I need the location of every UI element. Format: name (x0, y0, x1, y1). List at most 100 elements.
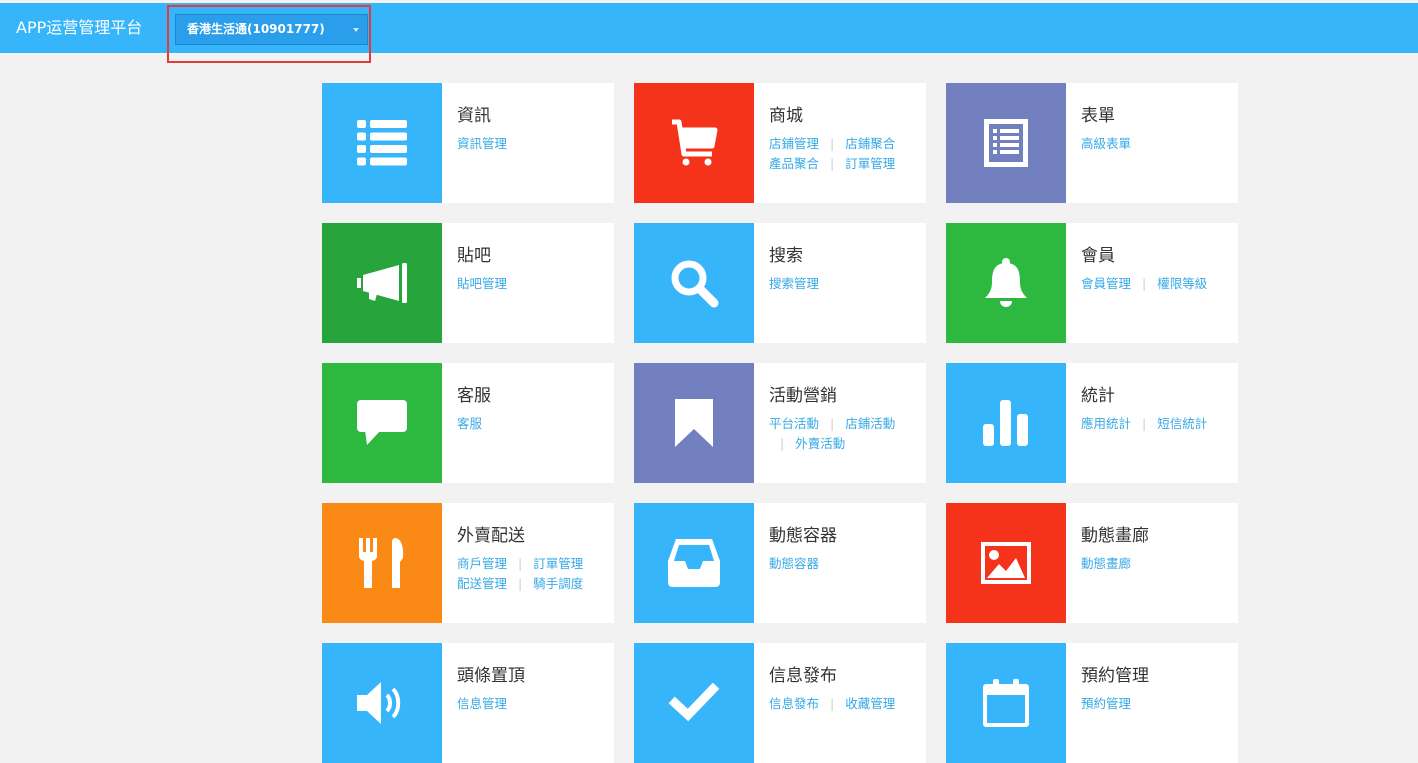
module-link[interactable]: 外賣活動 (795, 436, 845, 451)
module-icon-box[interactable] (322, 83, 442, 203)
module-link[interactable]: 平台活動 (769, 416, 819, 431)
module-title: 活動營銷 (769, 386, 837, 406)
module-link[interactable]: 權限等級 (1157, 276, 1207, 291)
module-tile: 信息發布信息發布 | 收藏管理 (634, 643, 926, 763)
module-icon-box[interactable] (946, 363, 1066, 483)
module-title: 動態畫廊 (1081, 526, 1149, 546)
module-link[interactable]: 貼吧管理 (457, 276, 507, 291)
picture-icon (981, 542, 1031, 584)
module-icon-box[interactable] (322, 643, 442, 763)
link-separator: | (830, 136, 835, 151)
module-link[interactable]: 店鋪管理 (769, 136, 819, 151)
module-link[interactable]: 店鋪活動 (845, 416, 895, 431)
module-title: 外賣配送 (457, 526, 525, 546)
module-tile: 統計應用統計 | 短信統計 (946, 363, 1238, 483)
module-title: 會員 (1081, 246, 1115, 266)
module-link[interactable]: 資訊管理 (457, 136, 507, 151)
module-tile: 客服 客服 (322, 363, 614, 483)
module-icon-box[interactable] (946, 643, 1066, 763)
module-tile: 動態畫廊 動態畫廊 (946, 503, 1238, 623)
module-links: 資訊管理 (457, 134, 607, 154)
module-tile: 貼吧 貼吧管理 (322, 223, 614, 343)
module-links: 信息發布 | 收藏管理 (769, 694, 919, 714)
module-link-row: 預約管理 (1081, 694, 1231, 714)
check-icon (669, 683, 719, 723)
module-icon-box[interactable] (634, 643, 754, 763)
module-link-row: 商戶管理 | 訂單管理 (457, 554, 607, 574)
module-link[interactable]: 訂單管理 (533, 556, 583, 571)
link-separator: | (1142, 416, 1147, 431)
module-link[interactable]: 騎手調度 (533, 576, 583, 591)
chat-bubble-icon (357, 400, 407, 446)
module-link[interactable]: 短信統計 (1157, 416, 1207, 431)
module-icon-box[interactable] (322, 223, 442, 343)
link-separator: | (518, 576, 523, 591)
module-icon-box[interactable] (634, 83, 754, 203)
module-links: 高級表單 (1081, 134, 1231, 154)
module-links: 動態畫廊 (1081, 554, 1231, 574)
module-title: 信息發布 (769, 666, 837, 686)
module-icon-box[interactable] (634, 503, 754, 623)
module-link[interactable]: 高級表單 (1081, 136, 1131, 151)
module-link-row: 平台活動 | 店鋪活動 (769, 414, 919, 434)
module-link[interactable]: 會員管理 (1081, 276, 1131, 291)
module-link[interactable]: 動態畫廊 (1081, 556, 1131, 571)
module-title: 客服 (457, 386, 491, 406)
module-title: 表單 (1081, 106, 1115, 126)
module-link[interactable]: 搜索管理 (769, 276, 819, 291)
inbox-icon (668, 539, 720, 587)
module-link-row: 貼吧管理 (457, 274, 607, 294)
module-icon-box[interactable] (946, 223, 1066, 343)
module-tile: 頭條置頂 信息管理 (322, 643, 614, 763)
module-tile: 動態容器 動態容器 (634, 503, 926, 623)
module-tile: 表單 高級表單 (946, 83, 1238, 203)
module-icon-box[interactable] (634, 223, 754, 343)
cutlery-icon (359, 538, 405, 588)
module-icon-box[interactable] (946, 83, 1066, 203)
search-icon (669, 258, 719, 308)
shopping-cart-icon (670, 118, 718, 168)
module-tile: 外賣配送商戶管理 | 訂單管理配送管理 | 騎手調度 (322, 503, 614, 623)
module-links: 店鋪管理 | 店鋪聚合產品聚合 | 訂單管理 (769, 134, 919, 174)
module-tile: 會員會員管理 | 權限等級 (946, 223, 1238, 343)
module-link[interactable]: 商戶管理 (457, 556, 507, 571)
module-link[interactable]: 客服 (457, 416, 482, 431)
module-title: 預約管理 (1081, 666, 1149, 686)
module-title: 統計 (1081, 386, 1115, 406)
module-link-row: 店鋪管理 | 店鋪聚合 (769, 134, 919, 154)
module-link[interactable]: 訂單管理 (845, 156, 895, 171)
module-link[interactable]: 動態容器 (769, 556, 819, 571)
module-link-row: 配送管理 | 騎手調度 (457, 574, 607, 594)
module-link-row: 信息發布 | 收藏管理 (769, 694, 919, 714)
module-link-row: 產品聚合 | 訂單管理 (769, 154, 919, 174)
module-link-row: 資訊管理 (457, 134, 607, 154)
link-separator: | (518, 556, 523, 571)
highlight-annotation (167, 5, 371, 63)
module-link[interactable]: 店鋪聚合 (845, 136, 895, 151)
module-icon-box[interactable] (322, 363, 442, 483)
volume-icon (357, 680, 407, 726)
bookmark-icon (675, 399, 713, 447)
module-link-row: | 外賣活動 (769, 434, 919, 454)
module-links: 信息管理 (457, 694, 607, 714)
module-tile: 商城店鋪管理 | 店鋪聚合產品聚合 | 訂單管理 (634, 83, 926, 203)
module-links: 應用統計 | 短信統計 (1081, 414, 1231, 434)
module-tile: 資訊 資訊管理 (322, 83, 614, 203)
link-separator: | (830, 416, 835, 431)
module-links: 會員管理 | 權限等級 (1081, 274, 1231, 294)
module-icon-box[interactable] (634, 363, 754, 483)
bar-chart-icon (983, 400, 1029, 446)
module-tile: 搜索 搜索管理 (634, 223, 926, 343)
module-link[interactable]: 應用統計 (1081, 416, 1131, 431)
module-title: 資訊 (457, 106, 491, 126)
module-icon-box[interactable] (946, 503, 1066, 623)
module-icon-box[interactable] (322, 503, 442, 623)
module-title: 商城 (769, 106, 803, 126)
module-link-row: 應用統計 | 短信統計 (1081, 414, 1231, 434)
link-separator: | (830, 156, 835, 171)
module-title: 搜索 (769, 246, 803, 266)
module-link[interactable]: 產品聚合 (769, 156, 819, 171)
bell-icon (983, 258, 1029, 308)
module-link[interactable]: 配送管理 (457, 576, 507, 591)
link-separator: | (1142, 276, 1147, 291)
